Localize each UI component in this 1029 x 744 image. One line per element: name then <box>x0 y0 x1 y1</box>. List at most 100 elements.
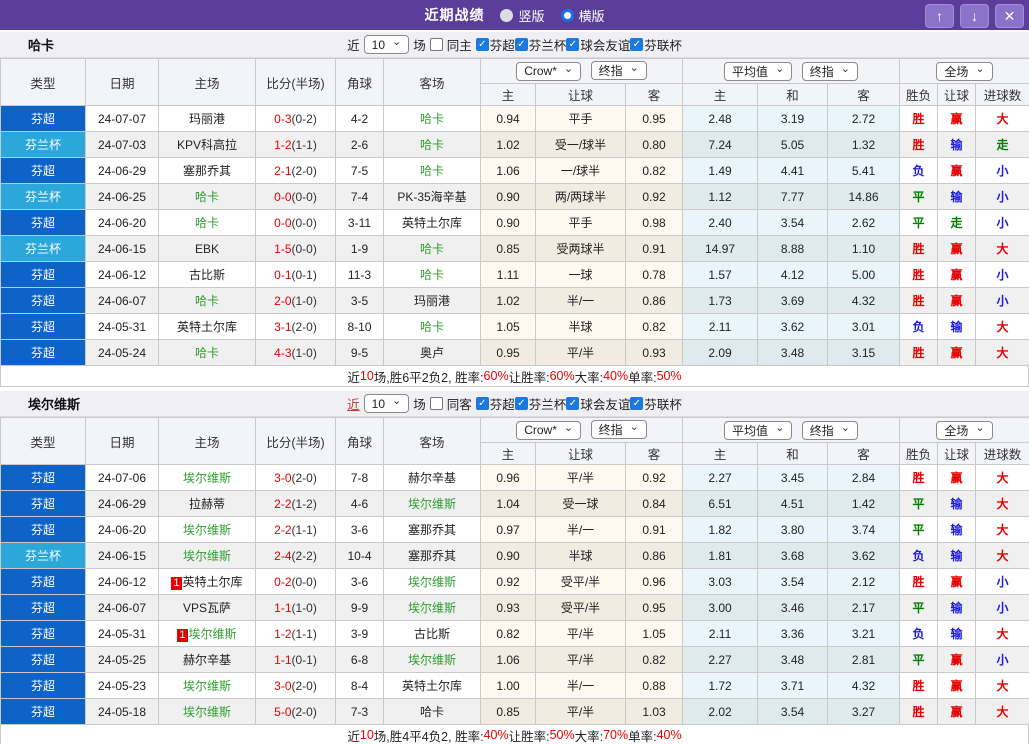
scope-dropdown-cell: 全场 ⌄ <box>900 418 1029 443</box>
away-odds: 0.82 <box>626 158 683 184</box>
score-cell: 0-0(0-0) <box>256 184 336 210</box>
avg-home-odds: 1.82 <box>683 517 758 543</box>
summary-text: 60% <box>484 369 509 383</box>
section-header: 哈卡 近 10 ⌄ 场 同主 ✓芬超✓芬兰杯✓球会友谊✓芬联杯 <box>0 32 1029 58</box>
avg-final-select[interactable]: 终指 ⌄ <box>802 421 858 440</box>
scope-select[interactable]: 全场 ⌄ <box>936 421 992 440</box>
home-team-cell: 埃尔维斯 <box>159 543 256 569</box>
avg-final-value: 终指 <box>810 422 834 439</box>
avg-home-odds: 2.11 <box>683 621 758 647</box>
full-time-score: 3-1 <box>274 320 291 334</box>
league-filter-checkbox[interactable]: ✓芬联杯 <box>630 394 682 413</box>
scope-select[interactable]: 全场 ⌄ <box>936 62 992 81</box>
avg-home-odds: 14.97 <box>683 236 758 262</box>
match-row: 芬超24-06-121英特土尔库0-2(0-0)3-6埃尔维斯0.92受平/半0… <box>1 569 1029 595</box>
radio-selected-icon <box>561 9 574 22</box>
league-filter-checkbox[interactable]: ✓芬兰杯 <box>515 394 567 413</box>
half-time-score: (2-0) <box>292 164 317 178</box>
full-time-score: 0-0 <box>274 216 291 230</box>
half-time-score: (0-2) <box>292 112 317 126</box>
near-label[interactable]: 近 <box>347 394 360 413</box>
avg-home-odds: 2.48 <box>683 106 758 132</box>
subcol-avg-home: 主 <box>683 84 758 106</box>
odds-final-select[interactable]: 终指 ⌄ <box>591 420 647 439</box>
avg-home-odds: 2.27 <box>683 647 758 673</box>
avg-final-select[interactable]: 终指 ⌄ <box>802 62 858 81</box>
away-team-cell: 赫尔辛基 <box>384 465 481 491</box>
avg-value: 平均值 <box>732 63 768 80</box>
home-team-name: 塞那乔其 <box>183 164 231 178</box>
summary-text: 场,胜4平4负2, 胜率: <box>374 726 484 744</box>
same-venue-label: 同主 <box>447 35 472 54</box>
summary-text: 大率: <box>575 726 603 744</box>
odds-provider-select[interactable]: Crow* ⌄ <box>516 62 581 81</box>
league-filter-checkbox[interactable]: ✓球会友谊 <box>566 394 630 413</box>
home-team-cell: 拉赫蒂 <box>159 491 256 517</box>
avg-draw-odds: 3.48 <box>758 340 828 366</box>
handicap-line: 半球 <box>536 543 626 569</box>
away-team-name: 埃尔维斯 <box>408 601 456 615</box>
avg-select[interactable]: 平均值 ⌄ <box>724 62 792 81</box>
league-filter-checkbox[interactable]: ✓球会友谊 <box>566 35 630 54</box>
same-venue-checkbox[interactable]: 同主 <box>430 35 472 54</box>
half-time-score: (2-0) <box>292 471 317 485</box>
score-cell: 4-3(1-0) <box>256 340 336 366</box>
odds-final-select[interactable]: 终指 ⌄ <box>591 61 647 80</box>
close-button[interactable]: ✕ <box>995 4 1024 28</box>
outcome-result: 平 <box>900 517 938 543</box>
league-filter-checkbox[interactable]: ✓芬超 <box>476 394 515 413</box>
checkbox-checked-icon: ✓ <box>630 397 643 410</box>
league-filter-checkbox[interactable]: ✓芬超 <box>476 35 515 54</box>
checkbox-unchecked-icon <box>430 397 443 410</box>
scroll-down-button[interactable]: ↓ <box>960 4 989 28</box>
odds-provider-value: Crow* <box>524 64 557 78</box>
chevron-down-icon: ⌄ <box>630 63 639 74</box>
match-count-select[interactable]: 10 ⌄ <box>364 35 410 54</box>
corners-count: 6-8 <box>336 647 384 673</box>
chevron-down-icon: ⌄ <box>392 37 401 48</box>
checkbox-checked-icon: ✓ <box>566 38 579 51</box>
home-team-cell: 埃尔维斯 <box>159 699 256 725</box>
summary-text: 大率: <box>575 367 603 386</box>
same-venue-checkbox[interactable]: 同客 <box>430 394 472 413</box>
match-count-value: 10 <box>372 397 385 411</box>
checkbox-checked-icon: ✓ <box>515 397 528 410</box>
match-row: 芬超24-06-29拉赫蒂2-2(1-2)4-6埃尔维斯1.04受一球0.846… <box>1 491 1029 517</box>
avg-home-odds: 1.12 <box>683 184 758 210</box>
home-team-name: 玛丽港 <box>189 112 225 126</box>
avg-away-odds: 3.15 <box>828 340 900 366</box>
checkbox-unchecked-icon <box>430 38 443 51</box>
league-filter-checkbox[interactable]: ✓芬联杯 <box>630 35 682 54</box>
goals-result: 小 <box>976 647 1029 673</box>
avg-select[interactable]: 平均值 ⌄ <box>724 421 792 440</box>
handicap-line: 平手 <box>536 106 626 132</box>
league-filter-checkbox[interactable]: ✓芬兰杯 <box>515 35 567 54</box>
league-filter-label: 芬联杯 <box>644 35 682 54</box>
corners-count: 10-4 <box>336 543 384 569</box>
away-team-name: 古比斯 <box>414 627 450 641</box>
layout-vertical-radio[interactable]: 竖版 <box>500 6 544 25</box>
odds-provider-select[interactable]: Crow* ⌄ <box>516 421 581 440</box>
home-team-cell: 埃尔维斯 <box>159 517 256 543</box>
subcol-outcome: 胜负 <box>900 84 938 106</box>
away-odds: 0.93 <box>626 340 683 366</box>
layout-horizontal-radio[interactable]: 横版 <box>561 6 605 25</box>
away-odds: 0.88 <box>626 673 683 699</box>
league-badge: 芬兰杯 <box>1 132 86 158</box>
handicap-result: 输 <box>938 184 976 210</box>
score-cell: 3-0(2-0) <box>256 673 336 699</box>
score-cell: 1-2(1-1) <box>256 132 336 158</box>
summary-text: 近 <box>347 726 360 744</box>
avg-draw-odds: 3.62 <box>758 314 828 340</box>
summary-text: 50% <box>657 369 682 383</box>
chevron-down-icon: ⌄ <box>975 423 984 434</box>
home-odds: 0.90 <box>481 184 536 210</box>
away-odds: 0.80 <box>626 132 683 158</box>
handicap-result: 赢 <box>938 236 976 262</box>
scroll-up-button[interactable]: ↑ <box>925 4 954 28</box>
near-label: 近 <box>347 35 360 54</box>
match-count-select[interactable]: 10 ⌄ <box>364 394 410 413</box>
outcome-result: 胜 <box>900 288 938 314</box>
avg-home-odds: 1.72 <box>683 673 758 699</box>
avg-away-odds: 5.00 <box>828 262 900 288</box>
